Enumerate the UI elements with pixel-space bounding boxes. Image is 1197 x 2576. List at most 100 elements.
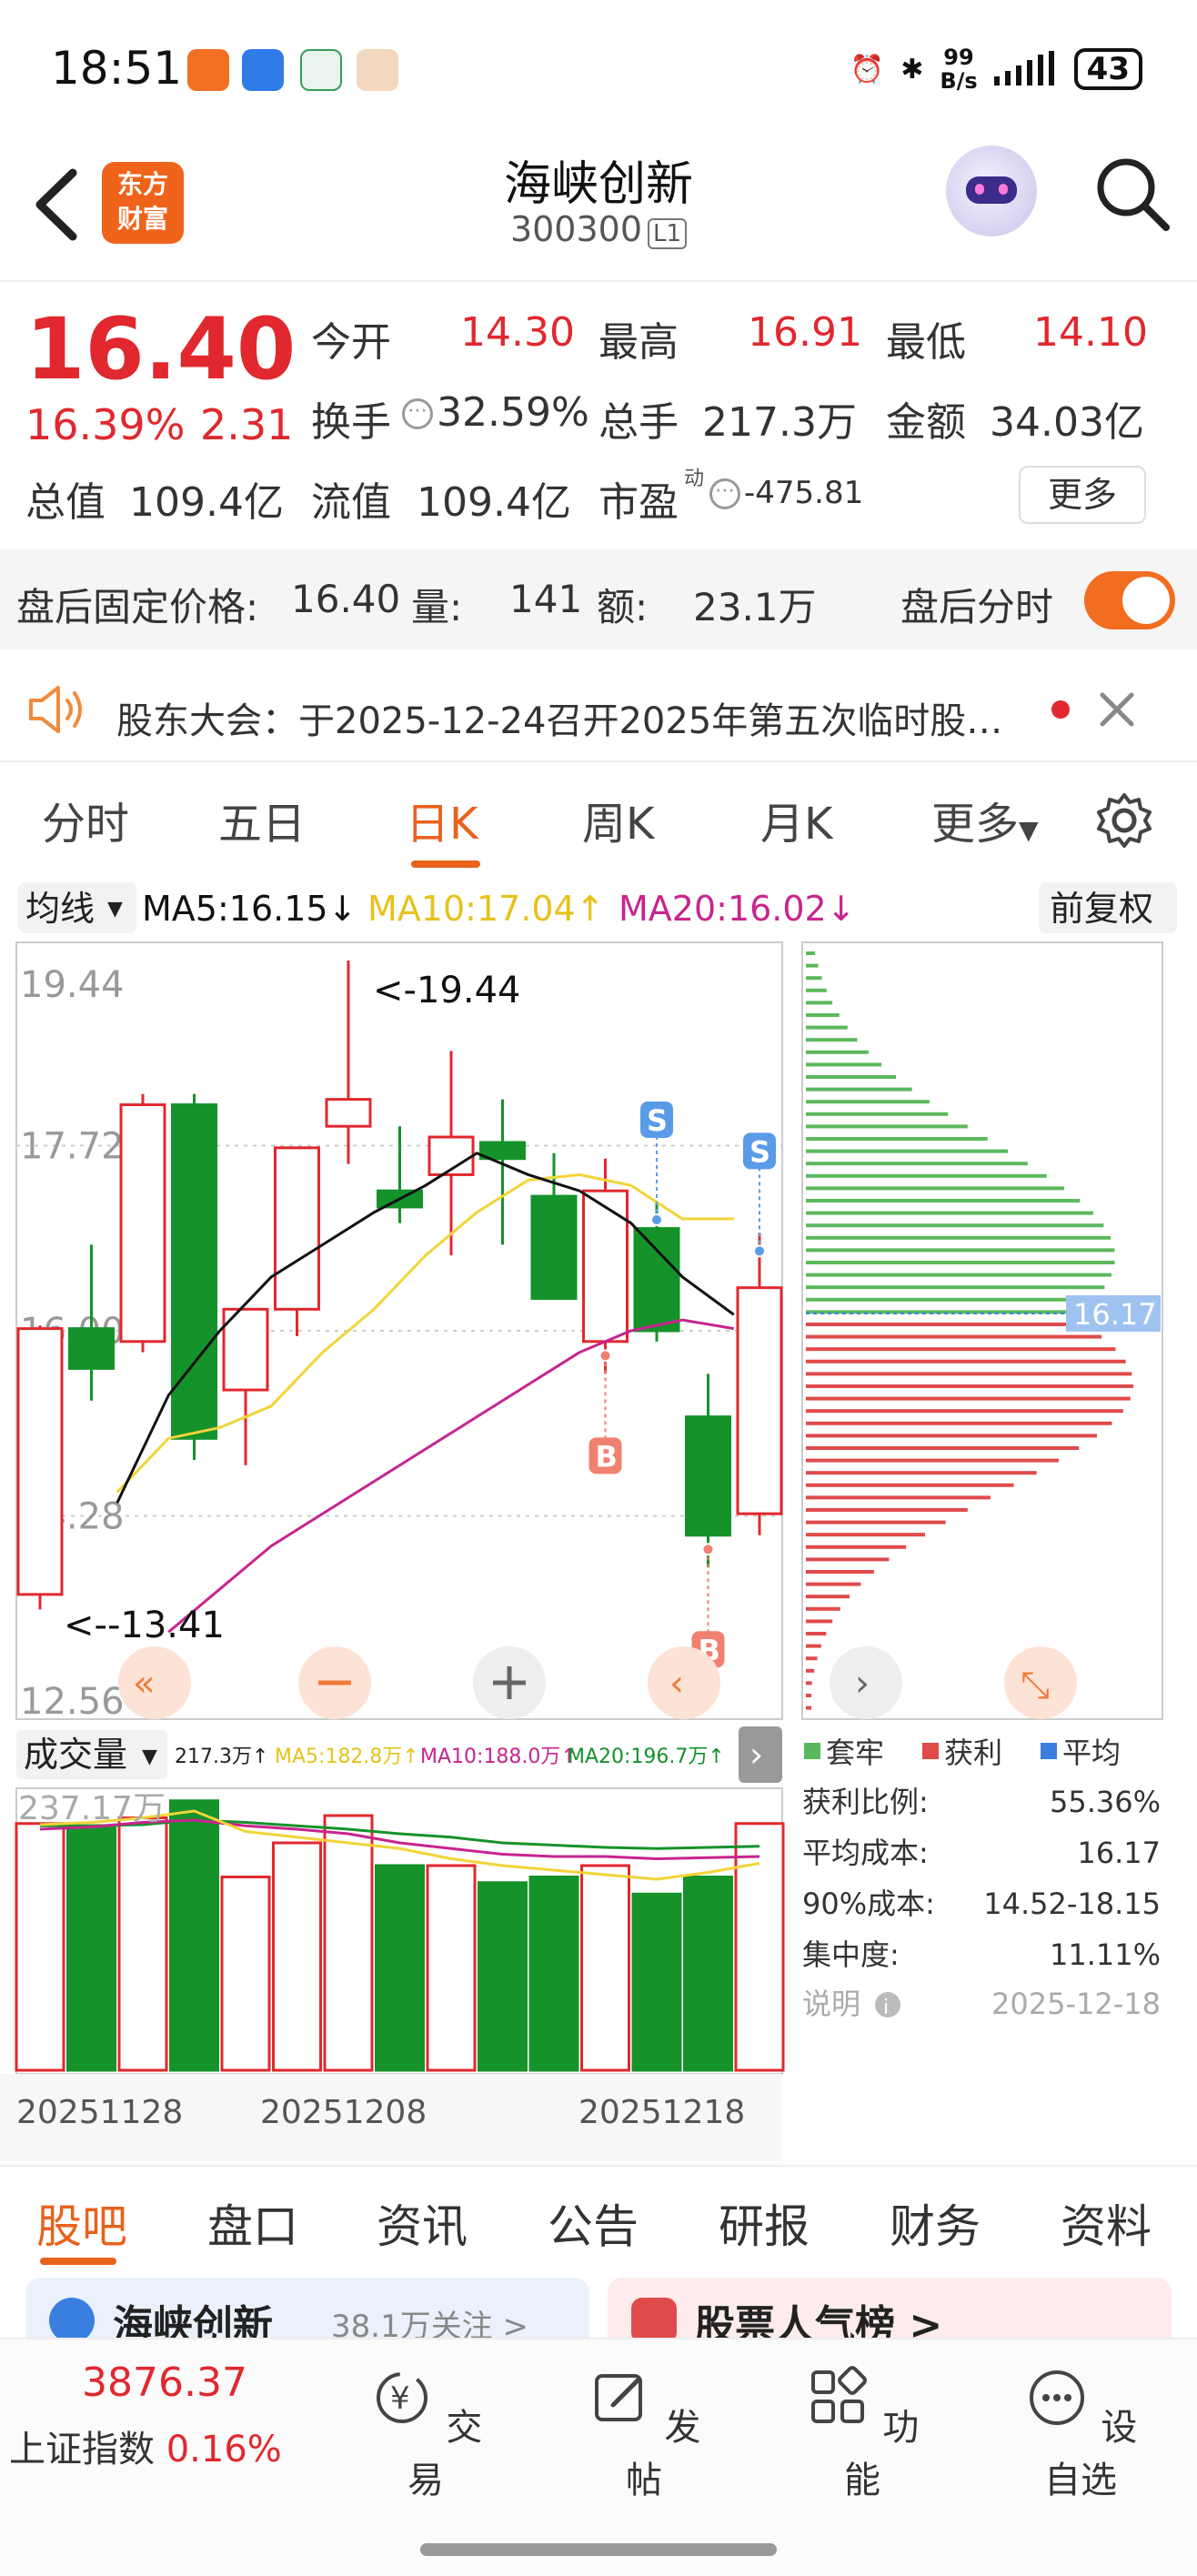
- tab-five-day[interactable]: 五日: [218, 788, 306, 851]
- date-tick: 20251128: [16, 2094, 183, 2131]
- note-label[interactable]: 说明: [802, 1987, 860, 2021]
- chip-bar: [806, 1285, 1105, 1290]
- gear-icon[interactable]: [1095, 791, 1153, 850]
- battery-icon: 43: [1073, 48, 1142, 90]
- chip-bar: [806, 1112, 949, 1116]
- index-line[interactable]: 上证指数 0.16%: [9, 2420, 282, 2472]
- tab-daily-k[interactable]: 日K: [406, 788, 478, 851]
- home-indicator[interactable]: [420, 2543, 777, 2556]
- index-name: 上证指数: [9, 2429, 155, 2470]
- chip-bar: [806, 1149, 1009, 1153]
- stat-label: 集中度:: [802, 1937, 900, 1972]
- active-tab-indicator: [40, 2258, 116, 2265]
- volume-value: 217.3万: [702, 399, 857, 446]
- signal-dot: [701, 1543, 715, 1556]
- mascot-app-icon: [357, 49, 398, 91]
- tab-finance[interactable]: 财务: [890, 2190, 981, 2256]
- after-hours-toggle[interactable]: [1084, 571, 1175, 629]
- level-badge[interactable]: L1: [648, 218, 688, 249]
- tab-weekly-k[interactable]: 周K: [582, 788, 654, 851]
- scroll-left-button[interactable]: «: [118, 1646, 191, 1719]
- price-axis-label: 19.44: [20, 964, 125, 1006]
- stat-label: 获利比例:: [802, 1785, 929, 1819]
- chip-bar: [806, 1533, 926, 1537]
- nav-trade[interactable]: ¥ 交易: [362, 2365, 489, 2503]
- svg-text:i: i: [883, 1997, 889, 2019]
- nav-add-watchlist[interactable]: 设自选: [1017, 2365, 1144, 2503]
- volume-bar: [169, 1799, 219, 2072]
- tab-more[interactable]: 更多▼: [931, 788, 1039, 851]
- robot-assistant-avatar[interactable]: [946, 146, 1037, 236]
- chip-bar: [806, 1100, 930, 1104]
- chevron-right-icon: ›: [749, 1735, 763, 1775]
- chip-bar: [806, 1273, 1112, 1277]
- notice-text[interactable]: 股东大会：于2025-12-24召开2025年第五次临时股…: [116, 691, 1026, 744]
- zoom-in-button[interactable]: [473, 1646, 546, 1719]
- net-speed: 99 B/s: [940, 45, 977, 93]
- float-value: 109.4亿: [417, 479, 571, 526]
- chip-bar: [806, 1656, 818, 1661]
- chip-bar: [806, 1706, 811, 1710]
- volume-selector-label: 成交量: [24, 1735, 127, 1775]
- chip-bar: [806, 1137, 988, 1141]
- stock-forum-card[interactable]: 海峡创新 38.1万关注 >: [25, 2278, 589, 2338]
- chip-bar: [806, 1508, 968, 1512]
- volume-bar: [631, 1892, 682, 2072]
- current-price: 16.40: [25, 300, 297, 399]
- volume-bar: [272, 1841, 322, 2072]
- more-button[interactable]: 更多: [1019, 466, 1146, 524]
- pe-label: 市盈: [598, 479, 679, 526]
- kline-chart-area[interactable]: 均线 ▼ MA5:16.15↓ MA10:17.04↑ MA20:16.02↓ …: [0, 875, 1197, 2167]
- scroll-prev-button[interactable]: ‹: [648, 1646, 720, 1719]
- low-label: 最低: [886, 319, 966, 366]
- search-icon[interactable]: [1091, 153, 1173, 235]
- expand-icon: ⤡: [1021, 1665, 1050, 1706]
- index-value[interactable]: 3876.37: [82, 2360, 247, 2406]
- signal-dot: [753, 1244, 766, 1258]
- nav-post[interactable]: 发帖: [580, 2365, 708, 2503]
- popularity-card[interactable]: 股票人气榜 >: [608, 2278, 1172, 2338]
- stat-label: 平均成本:: [802, 1836, 929, 1870]
- pe-value: -475.81: [744, 475, 864, 511]
- nav-function[interactable]: 功能: [799, 2365, 926, 2503]
- chip-bar: [806, 1162, 1028, 1166]
- chip-bar: [806, 1396, 1131, 1401]
- tab-guba[interactable]: 股吧: [36, 2190, 127, 2256]
- turnover-value: 32.59%: [437, 389, 589, 436]
- zoom-out-button[interactable]: [298, 1646, 371, 1719]
- tab-news[interactable]: 资讯: [377, 2190, 468, 2256]
- signal-label: S: [749, 1134, 770, 1169]
- legend-profit: 获利: [944, 1736, 1002, 1770]
- close-icon[interactable]: [1095, 688, 1139, 731]
- candle-body: [685, 1415, 731, 1537]
- volume-bar: [478, 1881, 528, 2072]
- amount-label: 金额: [886, 399, 966, 446]
- tab-pankou[interactable]: 盘口: [207, 2190, 298, 2256]
- tab-monthly-k[interactable]: 月K: [760, 788, 832, 851]
- forum-card-followers: 38.1万关注 >: [331, 2309, 528, 2338]
- info-icon[interactable]: ⋯: [402, 398, 433, 429]
- chart-tabs: 分时 五日 日K 周K 月K 更多▼: [0, 762, 1197, 871]
- chip-bar: [806, 1087, 912, 1092]
- tab-announcement[interactable]: 公告: [548, 2190, 639, 2256]
- chip-next-button[interactable]: ›: [830, 1646, 902, 1719]
- chip-bar: [806, 1595, 850, 1599]
- svg-text:¥: ¥: [390, 2380, 410, 2417]
- volume-bar: [683, 1876, 733, 2072]
- unread-dot: [1051, 700, 1070, 719]
- chip-bar: [806, 1668, 815, 1673]
- chip-bar: [806, 1013, 840, 1017]
- chip-bar: [806, 1681, 812, 1685]
- chip-bar: [806, 1570, 874, 1574]
- volume-ma5-label: MA5:182.8万↑: [275, 1746, 419, 1768]
- stat-value: 55.36%: [1050, 1785, 1161, 1819]
- tab-research[interactable]: 研报: [719, 2190, 810, 2256]
- expand-button[interactable]: ⤡: [1004, 1646, 1077, 1719]
- tab-profile[interactable]: 资料: [1061, 2190, 1152, 2256]
- after-hours-vol: 141: [509, 577, 583, 621]
- chip-bar: [806, 1235, 1112, 1240]
- tab-timeshare[interactable]: 分时: [42, 788, 129, 851]
- info-icon[interactable]: ⋯: [709, 478, 740, 509]
- candle-body: [530, 1194, 578, 1301]
- chip-bar: [806, 1619, 833, 1624]
